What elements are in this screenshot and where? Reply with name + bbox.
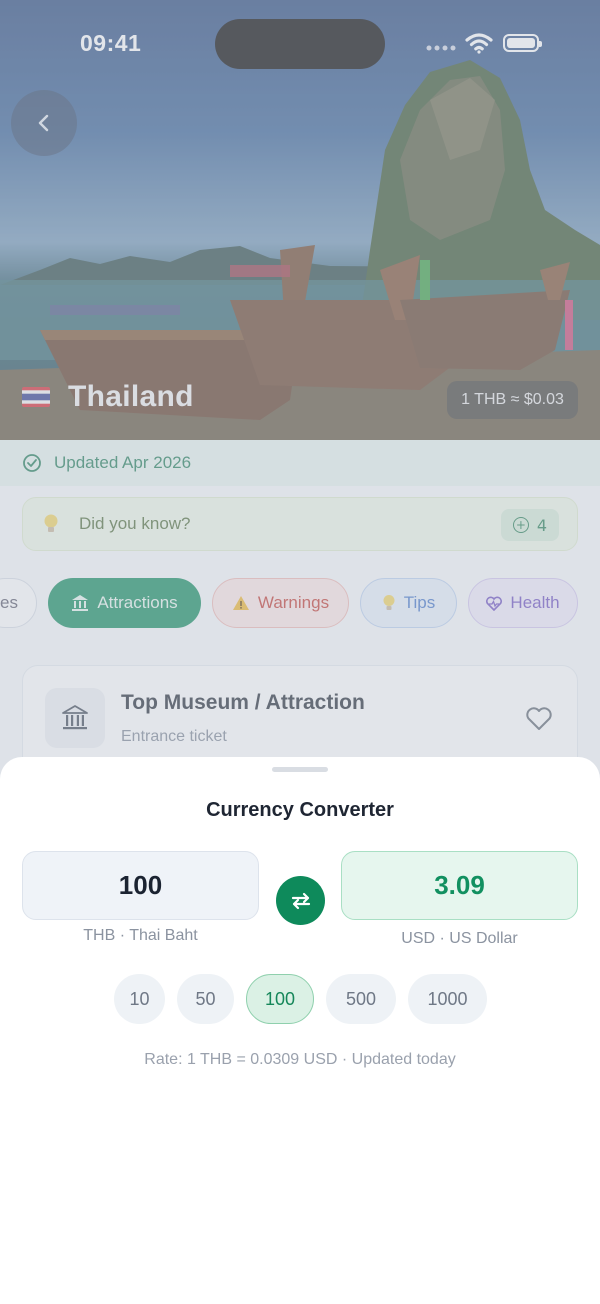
to-currency-label[interactable]: USD · US Dollar	[341, 930, 578, 948]
swap-arrows-icon	[291, 892, 310, 909]
currency-converter-sheet: Currency Converter 100 3.09 THB · Thai B…	[0, 757, 600, 1304]
quick-amount-50[interactable]: 50	[177, 974, 234, 1024]
from-amount-input[interactable]: 100	[22, 851, 259, 920]
quick-amount-100[interactable]: 100	[246, 974, 314, 1024]
quick-amount-1000[interactable]: 1000	[408, 974, 487, 1024]
swap-currencies-button[interactable]	[276, 876, 325, 925]
sheet-title: Currency Converter	[206, 799, 394, 821]
quick-amount-500[interactable]: 500	[326, 974, 396, 1024]
quick-amount-10[interactable]: 10	[114, 974, 165, 1024]
to-amount-output[interactable]: 3.09	[341, 851, 578, 920]
sheet-drag-handle[interactable]	[272, 767, 328, 772]
rate-info: Rate: 1 THB = 0.0309 USD · Updated today	[144, 1051, 456, 1068]
from-currency-label[interactable]: THB · Thai Baht	[22, 927, 259, 945]
